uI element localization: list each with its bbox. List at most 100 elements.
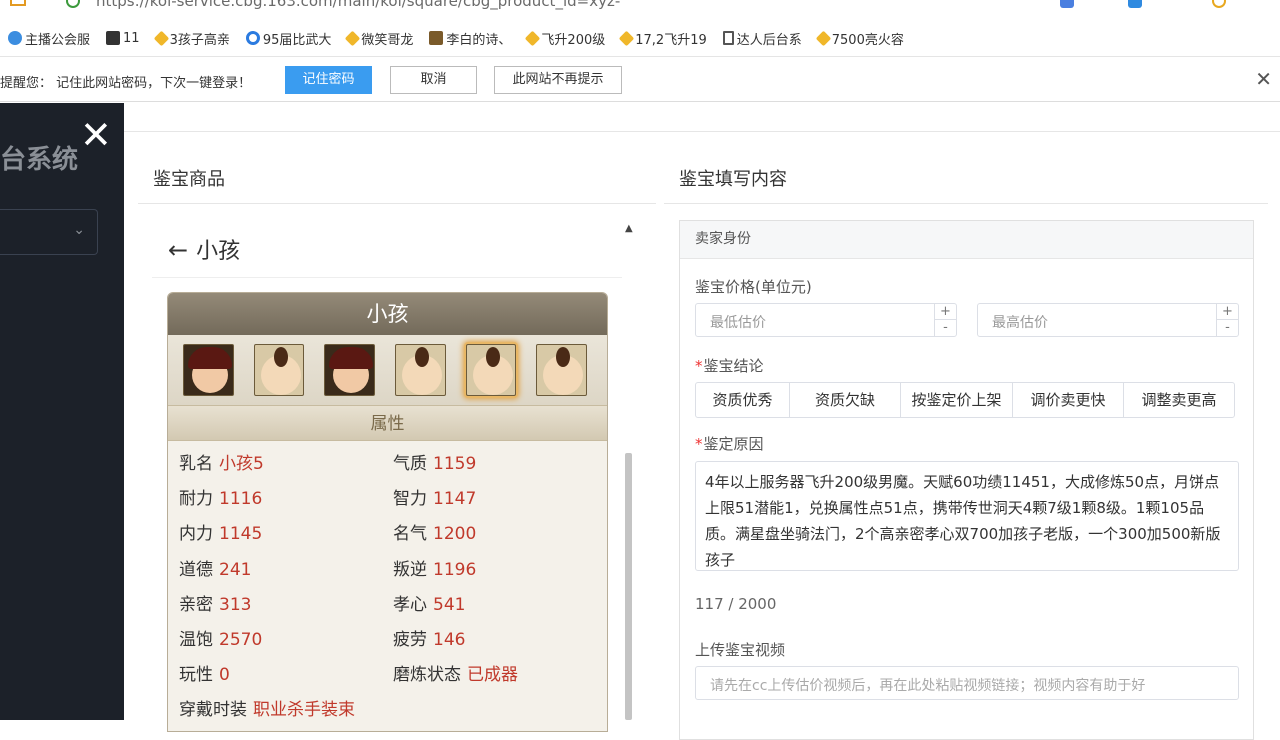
stat-key: 温饱 bbox=[179, 629, 213, 650]
required-mark: * bbox=[695, 357, 703, 375]
stat-value: 146 bbox=[433, 629, 466, 650]
stat-key: 耐力 bbox=[179, 489, 213, 510]
bookmark-label: 95届比武大 bbox=[262, 32, 332, 48]
stat-item: 亲密 313 bbox=[179, 590, 393, 625]
stat-item: 道德 241 bbox=[179, 555, 393, 590]
hair-icon bbox=[273, 347, 288, 367]
avatar[interactable] bbox=[536, 344, 588, 396]
bookmark-label: 达人后台系 bbox=[736, 32, 802, 48]
min-price-input[interactable]: 最低估价 + - bbox=[695, 303, 957, 337]
avatar-selected[interactable] bbox=[465, 344, 517, 396]
bookmark-item[interactable]: 17,2飞升19 bbox=[618, 29, 707, 48]
address-bar[interactable]: https://kol-service.cbg.163.com/main/kol… bbox=[0, 0, 1280, 20]
price-label: 鉴宝价格(单位元) bbox=[695, 278, 812, 296]
conclusion-option-button[interactable]: 调整卖更高 bbox=[1123, 382, 1235, 418]
stat-item: 气质 1159 bbox=[393, 449, 607, 484]
stat-item: 穿戴时装 职业杀手装束 bbox=[179, 695, 393, 730]
bookmark-item[interactable]: 微笑哥龙 bbox=[345, 29, 413, 48]
stat-item: 温饱 2570 bbox=[179, 625, 393, 660]
panel-header: 卖家身份 bbox=[680, 221, 1253, 259]
avatar[interactable] bbox=[324, 344, 376, 396]
bookmark-item[interactable]: 95届比武大 bbox=[245, 29, 332, 48]
stat-key: 叛逆 bbox=[393, 559, 427, 580]
gold-diamond-icon bbox=[345, 30, 361, 46]
stat-item: 乳名 小孩5 bbox=[179, 449, 393, 484]
stat-value: 313 bbox=[219, 594, 252, 615]
bookmark-item[interactable]: 11 bbox=[106, 31, 140, 46]
conclusion-label-text: 鉴宝结论 bbox=[703, 357, 764, 375]
close-sidebar-icon[interactable]: ✕ bbox=[80, 113, 112, 157]
stat-value: 0 bbox=[219, 665, 230, 686]
scrollbar-thumb[interactable] bbox=[625, 453, 632, 720]
bookmark-label: 7500亮火容 bbox=[831, 32, 904, 48]
minus-icon[interactable]: - bbox=[1217, 320, 1238, 336]
right-section-title: 鉴宝填写内容 bbox=[679, 169, 787, 190]
reason-textarea[interactable]: 4年以上服务器飞升200级男魔。天赋60功绩11451，大成修炼50点，月饼点上… bbox=[695, 461, 1239, 571]
avatar[interactable] bbox=[253, 344, 305, 396]
conclusion-option-button[interactable]: 资质优秀 bbox=[695, 382, 790, 418]
stat-row: 亲密 313 孝心 541 bbox=[168, 590, 607, 625]
stats-grid: 乳名 小孩5 气质 1159 耐力 1116 智力 1147 内力 1145 名气 1200 道德 241… bbox=[168, 441, 607, 731]
bookmark-item[interactable]: 达人后台系 bbox=[722, 29, 802, 48]
video-label: 上传鉴宝视频 bbox=[695, 641, 786, 659]
child-info-card: 小孩 属性 乳名 小孩5 气质 1159 耐力 1116 智力 1147 内力 1145 名气 120… bbox=[167, 292, 608, 732]
home-icon[interactable] bbox=[10, 0, 26, 6]
stat-item bbox=[393, 695, 607, 730]
bird-icon bbox=[8, 31, 22, 45]
cancel-button[interactable]: 取消 bbox=[390, 66, 477, 94]
video-link-input[interactable]: 请先在cc上传估价视频后，再在此处粘贴视频链接；视频内容有助于好 bbox=[695, 666, 1239, 700]
stat-value: 541 bbox=[433, 594, 466, 615]
dark-square-icon bbox=[106, 31, 121, 45]
never-remind-button[interactable]: 此网站不再提示 bbox=[494, 66, 622, 94]
avatar[interactable] bbox=[395, 344, 446, 396]
chevron-down-icon: ⌄ bbox=[73, 222, 85, 238]
bookmark-label: 3孩子高亲 bbox=[169, 32, 230, 48]
conclusion-option-button[interactable]: 按鉴定价上架 bbox=[900, 382, 1013, 418]
bookmark-item[interactable]: 李白的诗、 bbox=[429, 29, 511, 48]
stat-item: 孝心 541 bbox=[393, 590, 607, 625]
stat-key: 亲密 bbox=[179, 594, 213, 615]
conclusion-option-button[interactable]: 调价卖更快 bbox=[1012, 382, 1124, 418]
stat-key: 磨炼状态 bbox=[393, 665, 461, 686]
bookmark-item[interactable]: 3孩子高亲 bbox=[153, 29, 230, 48]
avatar[interactable] bbox=[183, 344, 234, 396]
minus-icon[interactable]: - bbox=[935, 320, 956, 336]
stepper[interactable]: + - bbox=[1216, 304, 1238, 336]
bookmark-label: 11 bbox=[123, 30, 140, 46]
extension-icon[interactable] bbox=[1060, 0, 1074, 8]
bookmark-item[interactable]: 主播公会服 bbox=[8, 29, 90, 48]
sidebar-select[interactable]: ⌄ bbox=[0, 209, 98, 255]
plus-icon[interactable]: + bbox=[935, 304, 956, 320]
close-icon[interactable]: ✕ bbox=[1255, 67, 1272, 91]
avatar-row bbox=[168, 335, 607, 405]
stepper[interactable]: + - bbox=[934, 304, 956, 336]
stat-item: 耐力 1116 bbox=[179, 484, 393, 519]
max-price-input[interactable]: 最高估价 + - bbox=[977, 303, 1239, 337]
extension-icon[interactable] bbox=[1128, 0, 1142, 8]
stat-item: 内力 1145 bbox=[179, 519, 393, 554]
remember-password-button[interactable]: 记住密码 bbox=[285, 66, 372, 94]
hair-icon bbox=[188, 347, 232, 369]
conclusion-option-button[interactable]: 资质欠缺 bbox=[789, 382, 901, 418]
stat-key: 玩性 bbox=[179, 665, 213, 686]
bookmark-item[interactable]: 7500亮火容 bbox=[815, 29, 904, 48]
stat-key: 疲劳 bbox=[393, 629, 427, 650]
scroll-up-icon[interactable]: ▲ bbox=[625, 223, 633, 234]
stat-row: 玩性 0 磨炼状态 已成器 bbox=[168, 660, 607, 695]
document-icon bbox=[722, 31, 734, 45]
bookmark-label: 飞升200级 bbox=[541, 32, 606, 48]
extension-icon[interactable] bbox=[1212, 0, 1226, 8]
stat-value: 1196 bbox=[433, 559, 477, 580]
conclusion-label: *鉴宝结论 bbox=[695, 355, 764, 376]
stat-key: 内力 bbox=[179, 524, 213, 545]
stat-item: 智力 1147 bbox=[393, 484, 607, 519]
stat-key: 孝心 bbox=[393, 594, 427, 615]
bookmark-item[interactable]: 飞升200级 bbox=[525, 29, 606, 48]
scrollbar[interactable]: ▲ bbox=[622, 223, 636, 720]
max-price-placeholder: 最高估价 bbox=[992, 315, 1048, 331]
back-button[interactable]: ← 小孩 bbox=[168, 233, 240, 265]
video-link-placeholder: 请先在cc上传估价视频后，再在此处粘贴视频链接；视频内容有助于好 bbox=[710, 678, 1146, 694]
plus-icon[interactable]: + bbox=[1217, 304, 1238, 320]
attributes-header: 属性 bbox=[168, 405, 607, 441]
url-text[interactable]: https://kol-service.cbg.163.com/main/kol… bbox=[96, 0, 620, 10]
